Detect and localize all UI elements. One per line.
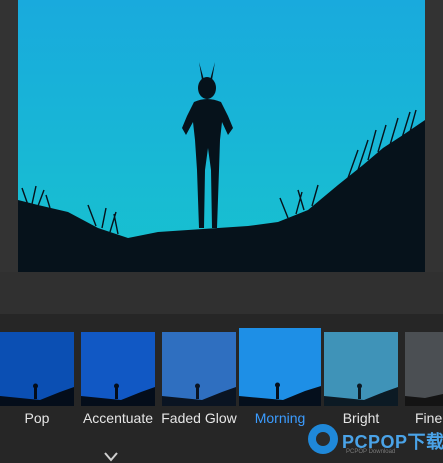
filter-pop[interactable]: Pop	[0, 332, 74, 440]
watermark-logo-icon	[308, 424, 338, 454]
chevron-down-icon[interactable]	[104, 452, 118, 462]
filter-label: Faded Glow	[161, 410, 237, 426]
left-margin	[0, 0, 18, 290]
filter-faded-glow[interactable]: Faded Glow	[161, 332, 237, 440]
photo-preview-image	[18, 0, 425, 272]
right-margin	[425, 0, 443, 290]
filter-thumbnail	[239, 328, 321, 406]
watermark: PCPOP下载 PCPOP Download	[308, 424, 443, 463]
filter-thumbnail	[81, 332, 155, 406]
watermark-subtitle: PCPOP Download	[346, 449, 396, 455]
photo-preview[interactable]	[18, 0, 425, 272]
filter-label: Accentuate	[82, 410, 154, 426]
filter-thumbnail	[405, 332, 443, 406]
filter-thumbnail	[0, 332, 74, 406]
filter-thumbnail	[324, 332, 398, 406]
filter-accentuate[interactable]: Accentuate	[81, 332, 155, 440]
filter-morning[interactable]: Morning	[239, 328, 321, 436]
preview-bottom-bar	[0, 272, 443, 314]
filter-thumbnail	[162, 332, 236, 406]
photo-editor-app: Pop Accentuate Faded Glow Morning Bright	[0, 0, 443, 463]
